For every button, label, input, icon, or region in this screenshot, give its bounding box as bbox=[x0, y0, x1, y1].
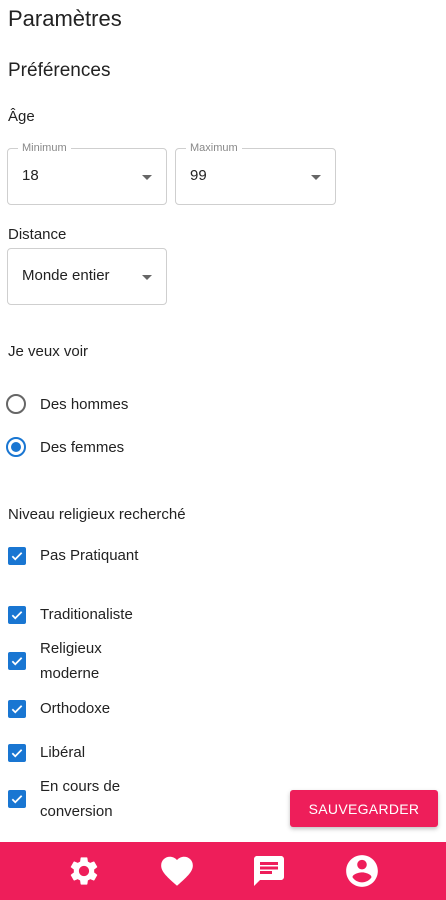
radio-women[interactable]: Des femmes bbox=[6, 434, 124, 460]
dropdown-arrow-icon bbox=[311, 175, 321, 180]
nav-favorites-button[interactable] bbox=[149, 845, 205, 897]
radio-unchecked-icon[interactable] bbox=[6, 394, 26, 414]
bottom-nav bbox=[0, 842, 446, 900]
radio-men-label: Des hommes bbox=[40, 395, 129, 413]
gear-icon bbox=[71, 857, 98, 885]
checkbox-checked-icon[interactable] bbox=[8, 605, 26, 624]
distance-label: Distance bbox=[8, 226, 67, 243]
distance-select[interactable]: Monde entier bbox=[7, 248, 167, 305]
age-min-label: Minimum bbox=[18, 142, 71, 155]
nav-profile-button[interactable] bbox=[334, 845, 390, 897]
age-max-select[interactable]: Maximum 99 bbox=[175, 142, 336, 205]
checkbox-liberal[interactable]: Libéral bbox=[8, 740, 150, 765]
dropdown-arrow-icon bbox=[142, 175, 152, 180]
checkbox-checked-icon[interactable] bbox=[8, 652, 26, 670]
chat-icon bbox=[254, 856, 285, 886]
checkbox-en-cours-de-conversion[interactable]: En cours de conversion bbox=[8, 774, 140, 824]
checkbox-checked-icon[interactable] bbox=[8, 699, 26, 718]
checkbox-checked-icon[interactable] bbox=[8, 546, 26, 565]
nav-messages-button[interactable] bbox=[241, 845, 297, 897]
checkbox-checked-icon[interactable] bbox=[8, 743, 26, 762]
dropdown-arrow-icon bbox=[142, 275, 152, 280]
section-title-preferences: Préférences bbox=[8, 60, 111, 81]
account-icon bbox=[345, 855, 378, 887]
page-title: Paramètres bbox=[8, 6, 122, 31]
age-min-value: 18 bbox=[22, 167, 39, 184]
checkbox-label: Traditionaliste bbox=[40, 606, 133, 623]
heart-icon bbox=[160, 856, 193, 886]
age-min-select[interactable]: Minimum 18 bbox=[7, 142, 167, 205]
age-max-value: 99 bbox=[190, 167, 207, 184]
radio-checked-icon[interactable] bbox=[6, 437, 26, 457]
age-max-label: Maximum bbox=[186, 142, 242, 155]
checkbox-religieux-moderne[interactable]: Religieux moderne bbox=[8, 636, 120, 686]
radio-women-label: Des femmes bbox=[40, 438, 125, 456]
nav-settings-button[interactable] bbox=[56, 845, 112, 897]
religious-level-label: Niveau religieux recherché bbox=[8, 506, 186, 523]
checkbox-checked-icon[interactable] bbox=[8, 790, 26, 808]
checkbox-label: Orthodoxe bbox=[40, 700, 111, 717]
checkbox-label: Religieux moderne bbox=[40, 640, 102, 682]
see-label: Je veux voir bbox=[8, 343, 89, 360]
checkbox-label: En cours de conversion bbox=[40, 778, 121, 820]
distance-value: Monde entier bbox=[22, 267, 110, 284]
checkbox-orthodoxe[interactable]: Orthodoxe bbox=[8, 696, 150, 721]
checkbox-label: Libéral bbox=[40, 744, 86, 761]
save-button[interactable]: SAUVEGARDER bbox=[290, 790, 438, 827]
checkbox-traditionaliste[interactable]: Traditionaliste bbox=[8, 602, 180, 627]
radio-men[interactable]: Des hommes bbox=[6, 391, 128, 417]
age-label: Âge bbox=[8, 108, 35, 125]
checkbox-label: Pas Pratiquant bbox=[40, 547, 139, 564]
checkbox-pas-pratiquant[interactable]: Pas Pratiquant bbox=[8, 543, 150, 568]
